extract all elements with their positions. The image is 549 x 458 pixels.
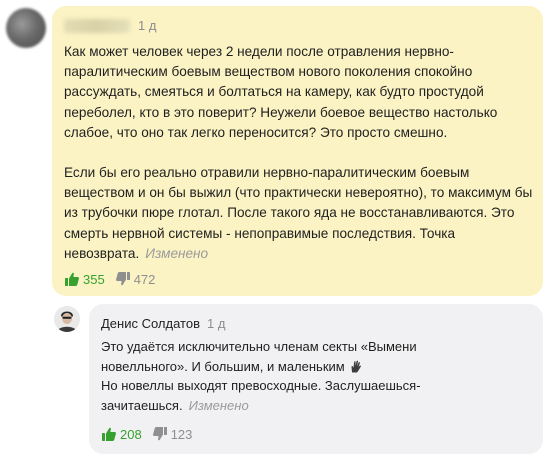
thumbs-down-icon — [115, 272, 130, 286]
reply-author-name[interactable]: Денис Солдатов — [101, 316, 200, 331]
edited-label: Изменено — [145, 245, 209, 261]
dislike-count: 472 — [133, 271, 156, 287]
thumbs-up-icon — [65, 272, 79, 286]
comment-paragraph-text: Если бы его реально отравили нервно-пара… — [64, 165, 533, 261]
like-count: 355 — [83, 271, 105, 287]
author-name-blurred[interactable] — [64, 18, 130, 33]
hand-emoji-icon — [351, 360, 362, 373]
like-button[interactable]: 208 — [101, 426, 142, 442]
avatar[interactable] — [6, 8, 46, 48]
reply-card: Денис Солдатов 1 д Это удаётся исключите… — [89, 304, 543, 454]
reply-line-text: Это удаётся исключительно членам секты «… — [101, 339, 417, 374]
comment-paragraph: Как может человек через 2 недели после о… — [64, 44, 498, 140]
reply-line-text: Но новеллы выходят превосходные. Заслуша… — [101, 378, 421, 413]
thumbs-up-icon — [102, 427, 116, 441]
reply-line: Это удаётся исключительно членам секты «… — [101, 337, 461, 376]
thumbs-down-icon — [152, 427, 167, 441]
comment-header: 1 д — [64, 18, 156, 33]
comment-time: 1 д — [138, 18, 157, 33]
like-button[interactable]: 355 — [64, 271, 105, 287]
comment-paragraph: Если бы его реально отравили нервно-пара… — [64, 163, 534, 264]
reply-avatar[interactable] — [54, 306, 80, 332]
dislike-count: 123 — [170, 426, 193, 442]
reply-time: 1 д — [206, 316, 226, 331]
comment-text: Как может человек через 2 недели после о… — [64, 42, 534, 264]
avatar-image — [54, 306, 80, 332]
edited-label: Изменено — [188, 397, 249, 413]
like-count: 208 — [120, 426, 142, 442]
dislike-button[interactable]: 472 — [115, 271, 156, 287]
reply-vote-bar: 208 123 — [101, 426, 192, 442]
vote-bar: 355 472 — [64, 271, 155, 287]
reply-text: Это удаётся исключительно членам секты «… — [101, 337, 461, 415]
dislike-button[interactable]: 123 — [152, 426, 193, 442]
reply-header: Денис Солдатов 1 д — [101, 316, 225, 331]
reply-line: Но новеллы выходят превосходные. Заслуша… — [101, 376, 461, 415]
comment-card: 1 д Как может человек через 2 недели пос… — [52, 6, 543, 296]
